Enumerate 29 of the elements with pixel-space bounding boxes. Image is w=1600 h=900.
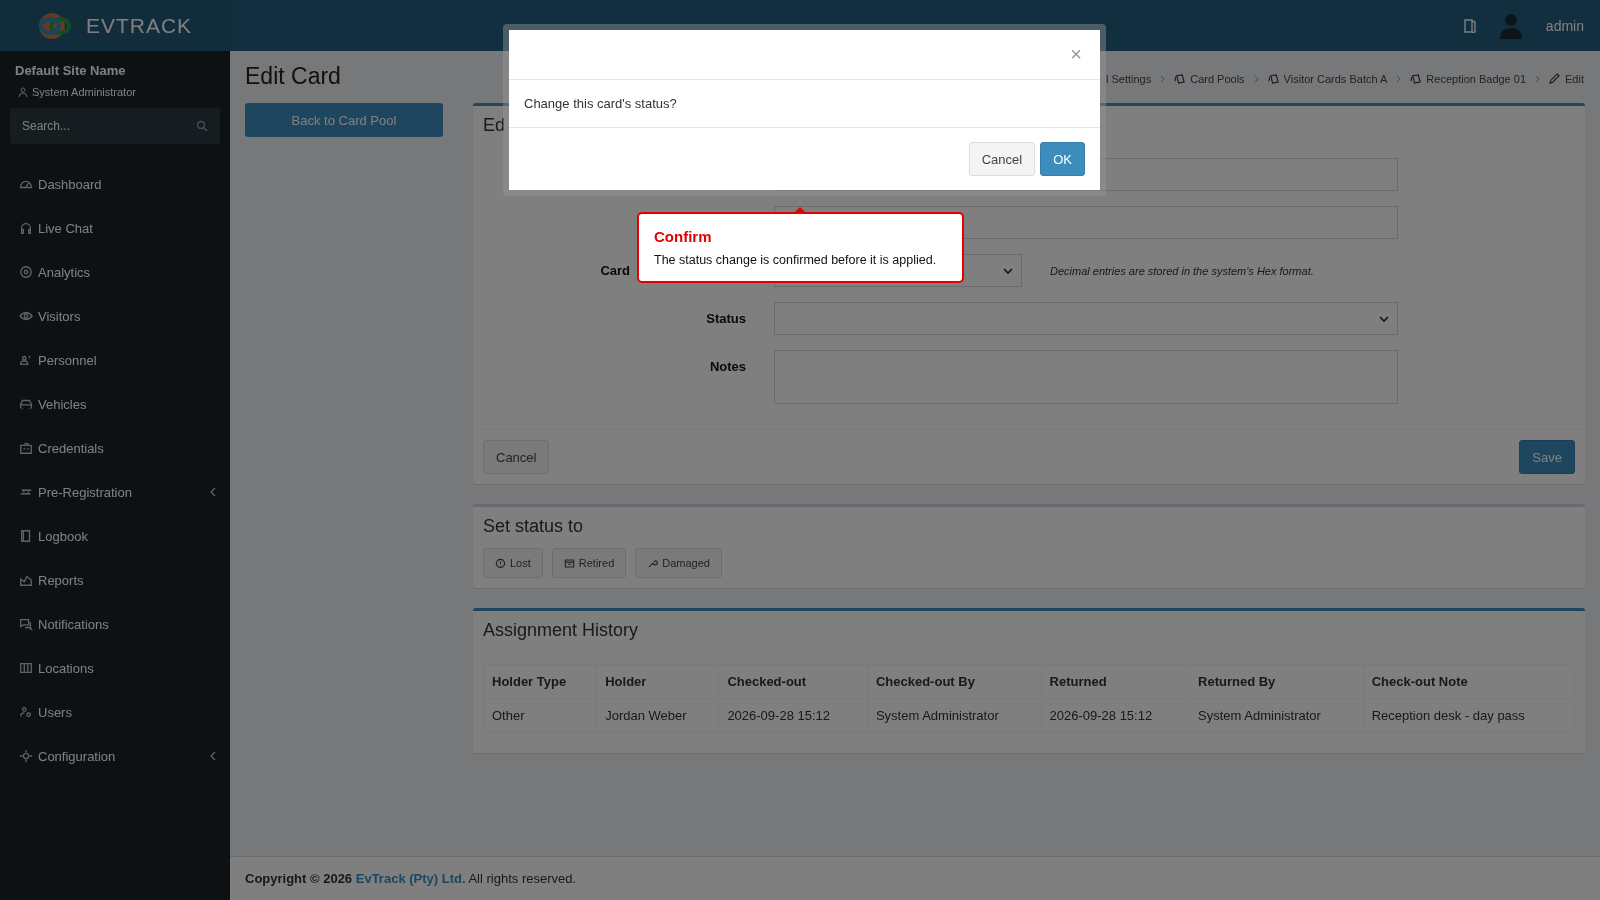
user-role: System Administrator xyxy=(32,86,136,98)
table-cell: System Administrator xyxy=(867,698,1041,733)
table-cell: System Administrator xyxy=(1189,698,1364,733)
table-cell: Other xyxy=(483,698,597,733)
copyright-text: Copyright © 2026 EvTrack (Pty) Ltd. All rights reserved. xyxy=(245,871,578,886)
column-header: Holder xyxy=(596,664,719,699)
table-cell: 2026-09-28 15:12 xyxy=(1041,698,1190,733)
field-label: Status xyxy=(706,311,746,326)
card-title: Ed xyxy=(483,115,506,135)
column-header: Checked-out xyxy=(718,664,868,699)
column-header: Returned xyxy=(1041,664,1190,699)
column-header: Holder Type xyxy=(483,664,597,699)
field-label: Card xyxy=(600,263,630,278)
page-title: Edit Card xyxy=(245,63,341,90)
tooltip-text: The status change is confirmed before it is applied. xyxy=(654,253,938,267)
modal-message: Change this card's status? xyxy=(524,96,677,111)
card-title: Assignment History xyxy=(482,619,640,642)
site-name: Default Site Name xyxy=(14,63,127,78)
table-cell: Jordan Weber xyxy=(596,698,719,733)
field-hint: Decimal entries are stored in the system's Hex format. xyxy=(1050,264,1314,277)
column-header: Check-out Note xyxy=(1363,664,1575,699)
logo-text: EVTRACK xyxy=(85,13,193,38)
tooltip-title: Confirm xyxy=(654,228,713,245)
field-label: Notes xyxy=(709,359,746,374)
column-header: Returned By xyxy=(1189,664,1364,699)
table-cell: 2026-09-28 15:12 xyxy=(718,698,868,733)
column-header: Checked-out By xyxy=(867,664,1041,699)
card-title: Set status to xyxy=(482,515,585,538)
table-cell: Reception desk - day pass xyxy=(1363,698,1575,733)
